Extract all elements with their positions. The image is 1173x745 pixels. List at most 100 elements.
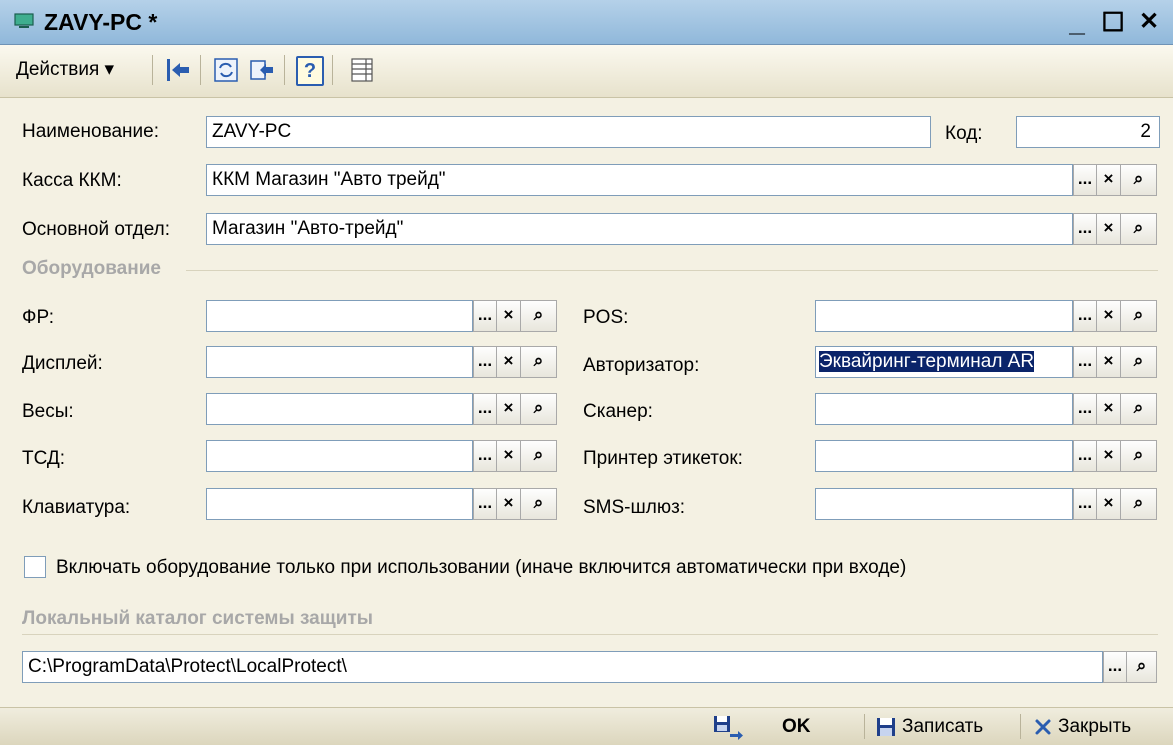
display-clear-button[interactable]: × bbox=[497, 346, 521, 378]
fr-select-button[interactable]: ... bbox=[473, 300, 497, 332]
maximize-button[interactable]: ☐ bbox=[1096, 6, 1130, 38]
protect-path-field[interactable]: C:\ProgramData\Protect\LocalProtect\ bbox=[22, 651, 1103, 683]
sms-gateway-select-button[interactable]: ... bbox=[1073, 488, 1097, 520]
equipment-group-title: Оборудование bbox=[22, 258, 161, 279]
sms-gateway-search-icon[interactable]: ⌕ bbox=[1121, 488, 1157, 520]
computer-icon bbox=[14, 13, 34, 28]
kkm-clear-button[interactable]: × bbox=[1097, 164, 1121, 196]
scales-label: Весы: bbox=[22, 401, 74, 422]
close-window-button[interactable]: ✕ bbox=[1132, 6, 1166, 38]
footer-separator bbox=[1020, 714, 1021, 739]
toolbar-separator bbox=[284, 55, 285, 85]
kkm-search-icon[interactable]: ⌕ bbox=[1121, 164, 1157, 196]
sms-gateway-clear-button[interactable]: × bbox=[1097, 488, 1121, 520]
tsd-clear-button[interactable]: × bbox=[497, 440, 521, 472]
fr-search-icon[interactable]: ⌕ bbox=[521, 300, 557, 332]
arrow-left-icon[interactable] bbox=[164, 56, 192, 84]
window: ZAVY-PC * _ ☐ ✕ Действия ▾ ? Наименовани… bbox=[0, 0, 1173, 745]
fr-label: ФР: bbox=[22, 307, 54, 328]
ok-button[interactable]: OK bbox=[782, 708, 811, 745]
dept-field[interactable]: Магазин "Авто-трейд" bbox=[206, 213, 1073, 245]
enable-on-use-checkbox[interactable] bbox=[24, 556, 46, 578]
scanner-label: Сканер: bbox=[583, 401, 653, 422]
close-button[interactable]: Закрыть bbox=[1058, 708, 1131, 745]
scanner-clear-button[interactable]: × bbox=[1097, 393, 1121, 425]
dept-clear-button[interactable]: × bbox=[1097, 213, 1121, 245]
display-label: Дисплей: bbox=[22, 353, 103, 374]
columns-list-icon[interactable] bbox=[348, 56, 376, 84]
dept-select-button[interactable]: ... bbox=[1073, 213, 1097, 245]
fr-clear-button[interactable]: × bbox=[497, 300, 521, 332]
actions-menu-button[interactable]: Действия ▾ bbox=[8, 55, 122, 85]
title-bar[interactable]: ZAVY-PC * _ ☐ ✕ bbox=[0, 0, 1173, 45]
dept-search-icon[interactable]: ⌕ bbox=[1121, 213, 1157, 245]
code-label: Код: bbox=[945, 123, 983, 144]
scanner-field[interactable] bbox=[815, 393, 1073, 425]
window-title: ZAVY-PC * bbox=[44, 9, 158, 35]
transfer-icon[interactable] bbox=[248, 56, 276, 84]
authorizer-label: Авторизатор: bbox=[583, 355, 700, 376]
display-field[interactable] bbox=[206, 346, 473, 378]
label-printer-clear-button[interactable]: × bbox=[1097, 440, 1121, 472]
toolbar-separator bbox=[200, 55, 201, 85]
keyboard-field[interactable] bbox=[206, 488, 473, 520]
scales-search-icon[interactable]: ⌕ bbox=[521, 393, 557, 425]
minimize-button[interactable]: _ bbox=[1060, 6, 1094, 38]
dept-label: Основной отдел: bbox=[22, 219, 170, 240]
label-printer-field[interactable] bbox=[815, 440, 1073, 472]
keyboard-label: Клавиатура: bbox=[22, 497, 131, 518]
keyboard-clear-button[interactable]: × bbox=[497, 488, 521, 520]
sms-gateway-field[interactable] bbox=[815, 488, 1073, 520]
save-icon bbox=[877, 718, 895, 736]
protect-select-button[interactable]: ... bbox=[1103, 651, 1127, 683]
scales-clear-button[interactable]: × bbox=[497, 393, 521, 425]
pos-search-icon[interactable]: ⌕ bbox=[1121, 300, 1157, 332]
help-button[interactable]: ? bbox=[296, 56, 324, 86]
label-printer-select-button[interactable]: ... bbox=[1073, 440, 1097, 472]
tsd-field[interactable] bbox=[206, 440, 473, 472]
refresh-icon[interactable] bbox=[212, 56, 240, 84]
name-field[interactable]: ZAVY-PC bbox=[206, 116, 931, 148]
pos-field[interactable] bbox=[815, 300, 1073, 332]
authorizer-field[interactable]: Эквайринг-терминал AR bbox=[815, 346, 1073, 378]
scales-select-button[interactable]: ... bbox=[473, 393, 497, 425]
save-and-close-icon[interactable] bbox=[712, 714, 744, 740]
authorizer-value: Эквайринг-терминал AR bbox=[819, 351, 1035, 372]
scanner-search-icon[interactable]: ⌕ bbox=[1121, 393, 1157, 425]
keyboard-select-button[interactable]: ... bbox=[473, 488, 497, 520]
group-divider bbox=[186, 270, 1158, 271]
pos-clear-button[interactable]: × bbox=[1097, 300, 1121, 332]
authorizer-search-icon[interactable]: ⌕ bbox=[1121, 346, 1157, 378]
protect-group-title: Локальный каталог системы защиты bbox=[22, 608, 373, 629]
scanner-select-button[interactable]: ... bbox=[1073, 393, 1097, 425]
toolbar: Действия ▾ ? bbox=[0, 45, 1173, 98]
fr-field[interactable] bbox=[206, 300, 473, 332]
kkm-select-button[interactable]: ... bbox=[1073, 164, 1097, 196]
save-button[interactable]: Записать bbox=[902, 708, 983, 745]
close-icon bbox=[1035, 719, 1051, 735]
display-search-icon[interactable]: ⌕ bbox=[521, 346, 557, 378]
label-printer-label: Принтер этикеток: bbox=[583, 448, 743, 469]
label-printer-search-icon[interactable]: ⌕ bbox=[1121, 440, 1157, 472]
tsd-label: ТСД: bbox=[22, 448, 66, 469]
keyboard-search-icon[interactable]: ⌕ bbox=[521, 488, 557, 520]
sms-gateway-label: SMS-шлюз: bbox=[583, 497, 686, 518]
scales-field[interactable] bbox=[206, 393, 473, 425]
footer-separator bbox=[864, 714, 865, 739]
authorizer-clear-button[interactable]: × bbox=[1097, 346, 1121, 378]
group-divider bbox=[22, 634, 1158, 635]
authorizer-select-button[interactable]: ... bbox=[1073, 346, 1097, 378]
name-label: Наименование: bbox=[22, 121, 159, 142]
toolbar-separator bbox=[152, 55, 153, 85]
kkm-field[interactable]: ККМ Магазин "Авто трейд" bbox=[206, 164, 1073, 196]
tsd-select-button[interactable]: ... bbox=[473, 440, 497, 472]
footer-bar: OK Записать Закрыть bbox=[0, 707, 1173, 745]
pos-select-button[interactable]: ... bbox=[1073, 300, 1097, 332]
display-select-button[interactable]: ... bbox=[473, 346, 497, 378]
pos-label: POS: bbox=[583, 307, 629, 328]
toolbar-separator bbox=[332, 55, 333, 85]
code-field[interactable]: 2 bbox=[1016, 116, 1160, 148]
enable-on-use-label: Включать оборудование только при использ… bbox=[56, 557, 907, 578]
protect-search-icon[interactable]: ⌕ bbox=[1127, 651, 1157, 683]
tsd-search-icon[interactable]: ⌕ bbox=[521, 440, 557, 472]
